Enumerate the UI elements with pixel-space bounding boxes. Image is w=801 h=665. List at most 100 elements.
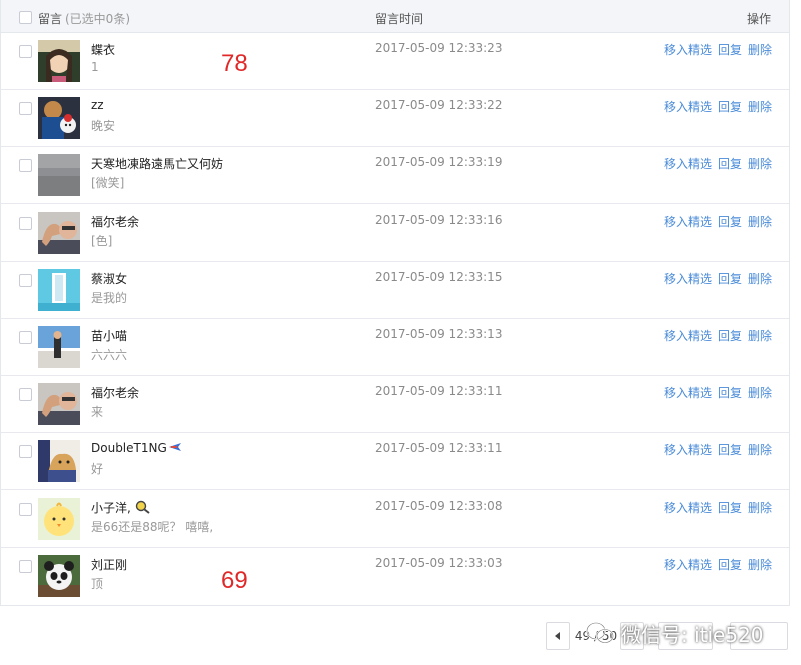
avatar-panda[interactable] [38,554,80,597]
comment-content: 是我的 [91,290,128,305]
delete-link[interactable]: 删除 [748,100,772,114]
commenter-name-text: 苗小喵 [91,329,128,343]
move-to-featured-link[interactable]: 移入精选 [664,100,712,114]
table-row: 福尔老余来 2017-05-09 12:33:11 移入精选 回复 删除 [1,376,789,434]
row-actions: 移入精选 回复 删除 [658,41,772,58]
delete-link[interactable]: 删除 [748,386,772,400]
avatar-image [38,440,80,483]
row-checkbox[interactable] [19,159,32,173]
move-to-featured-link[interactable]: 移入精选 [664,501,712,515]
row-actions: 移入精选 回复 删除 [658,270,772,287]
avatar-dog[interactable] [38,440,80,483]
reply-link[interactable]: 回复 [718,215,742,229]
magnifier-emoji-icon [135,500,150,514]
table-row: 苗小喵六六六 2017-05-09 12:33:13 移入精选 回复 删除 [1,319,789,376]
selected-count-label: (已选中0条) [65,12,130,26]
commenter-name-text: 刘正刚 [91,557,128,572]
select-all-checkbox[interactable] [19,11,32,24]
row-actions: 移入精选 回复 删除 [658,499,772,516]
delete-link[interactable]: 删除 [748,215,772,229]
row-actions: 移入精选 回复 删除 [658,213,772,230]
delete-link[interactable]: 删除 [748,272,772,286]
move-to-featured-link[interactable]: 移入精选 [664,272,712,286]
reply-link[interactable]: 回复 [718,558,742,572]
table-row: 天寒地凍路遠馬亡又何妨 [微笑] 2017-05-09 12:33:19 移入精选 回复… [1,147,789,205]
table-row: 刘正刚顶 2017-05-09 12:33:03 移入精选 回复 删除 [1,548,789,605]
row-checkbox[interactable] [19,45,32,58]
move-to-featured-link[interactable]: 移入精选 [664,43,712,57]
reply-link[interactable]: 回复 [718,443,742,457]
avatar-flex-arm[interactable] [38,383,80,426]
move-to-featured-link[interactable]: 移入精选 [664,558,712,572]
row-checkbox[interactable] [19,102,32,116]
reply-link[interactable]: 回复 [718,386,742,400]
table-row: DoubleT1NG 好 2017-05-09 12:33:11 移入精选 回复 删除 [1,433,789,491]
header-message-label: 留言 [38,12,63,26]
commenter-name: 蝶衣 [91,41,115,58]
comment-time: 2017-05-09 12:33:16 [375,212,503,227]
prev-page-button[interactable] [546,622,570,650]
move-to-featured-link[interactable]: 移入精选 [664,157,712,171]
comment-content: 六六六 [91,348,128,362]
header-ops-label: 操作 [747,12,772,26]
avatar-image [38,40,80,82]
comment-time: 2017-05-09 12:33:13 [375,327,503,341]
comment-content: 晚安 [91,119,116,134]
row-checkbox[interactable] [19,273,32,287]
avatar-person-toy[interactable] [38,97,80,140]
delete-link[interactable]: 删除 [748,443,772,457]
commenter-name-text: 小子洋, [91,500,131,515]
delete-link[interactable]: 删除 [748,501,772,515]
table-row: 蝶衣 1 2017-05-09 12:33:23 移入精选 回复 删除 [1,33,789,90]
commenter-name: 福尔老余 [91,213,139,230]
reply-link[interactable]: 回复 [718,43,742,57]
row-actions: 移入精选 回复 删除 [658,98,772,115]
reply-link[interactable]: 回复 [718,501,742,515]
commenter-name: zz [91,98,104,112]
move-to-featured-link[interactable]: 移入精选 [664,443,712,457]
avatar-image [38,554,80,597]
row-actions: 移入精选 回复 删除 [658,155,772,172]
reply-link[interactable]: 回复 [718,272,742,286]
reply-link[interactable]: 回复 [718,329,742,343]
delete-link[interactable]: 删除 [748,329,772,343]
comment-time: 2017-05-09 12:33:11 [375,441,503,456]
avatar-image [38,97,80,140]
avatar-cyan-photo[interactable] [38,268,80,311]
commenter-name: 福尔老余 [91,384,139,401]
annotation-bottom: 69 [221,567,248,594]
avatar-flex-arm[interactable] [38,211,80,254]
commenter-name-text: 福尔老余 [91,214,140,229]
move-to-featured-link[interactable]: 移入精选 [664,215,712,229]
row-checkbox[interactable] [19,388,32,402]
table-header: 留言 (已选中0条) 留言时间 操作 [1,0,789,33]
comment-time: 2017-05-09 12:33:23 [375,41,503,55]
avatar-seaside-person[interactable] [38,326,80,368]
table-row: 蔡淑女 是我的 2017-05-09 12:33:15 移入精选 回复 删除 [1,262,789,319]
avatar-image [38,268,80,311]
avatar-anime-girl[interactable] [38,40,80,82]
comment-content: 1 [91,60,99,74]
comment-time: 2017-05-09 12:33:11 [375,384,503,399]
row-checkbox[interactable] [19,216,32,230]
delete-link[interactable]: 删除 [748,157,772,171]
message-table: 留言 (已选中0条) 留言时间 操作 蝶衣 1 2017-05-09 12:33:2… [0,0,790,606]
avatar-yellow-chick[interactable] [38,497,80,540]
move-to-featured-link[interactable]: 移入精选 [664,386,712,400]
delete-link[interactable]: 删除 [748,558,772,572]
row-checkbox[interactable] [19,502,32,516]
row-checkbox[interactable] [19,331,32,344]
reply-link[interactable]: 回复 [718,100,742,114]
table-row: zz 晚安 2017-05-09 12:33:22 移入精选 回复 删除 [1,90,789,148]
move-to-featured-link[interactable]: 移入精选 [664,329,712,343]
avatar-grey-fog[interactable] [38,154,80,197]
row-checkbox[interactable] [19,445,32,459]
comment-content: [色] [91,233,113,248]
comment-time: 2017-05-09 12:33:08 [375,498,503,513]
avatar-image [38,497,80,540]
row-checkbox[interactable] [19,559,32,573]
reply-link[interactable]: 回复 [718,157,742,171]
delete-link[interactable]: 删除 [748,43,772,57]
commenter-name: 苗小喵 [91,327,127,344]
comment-content: 好 [91,462,104,477]
